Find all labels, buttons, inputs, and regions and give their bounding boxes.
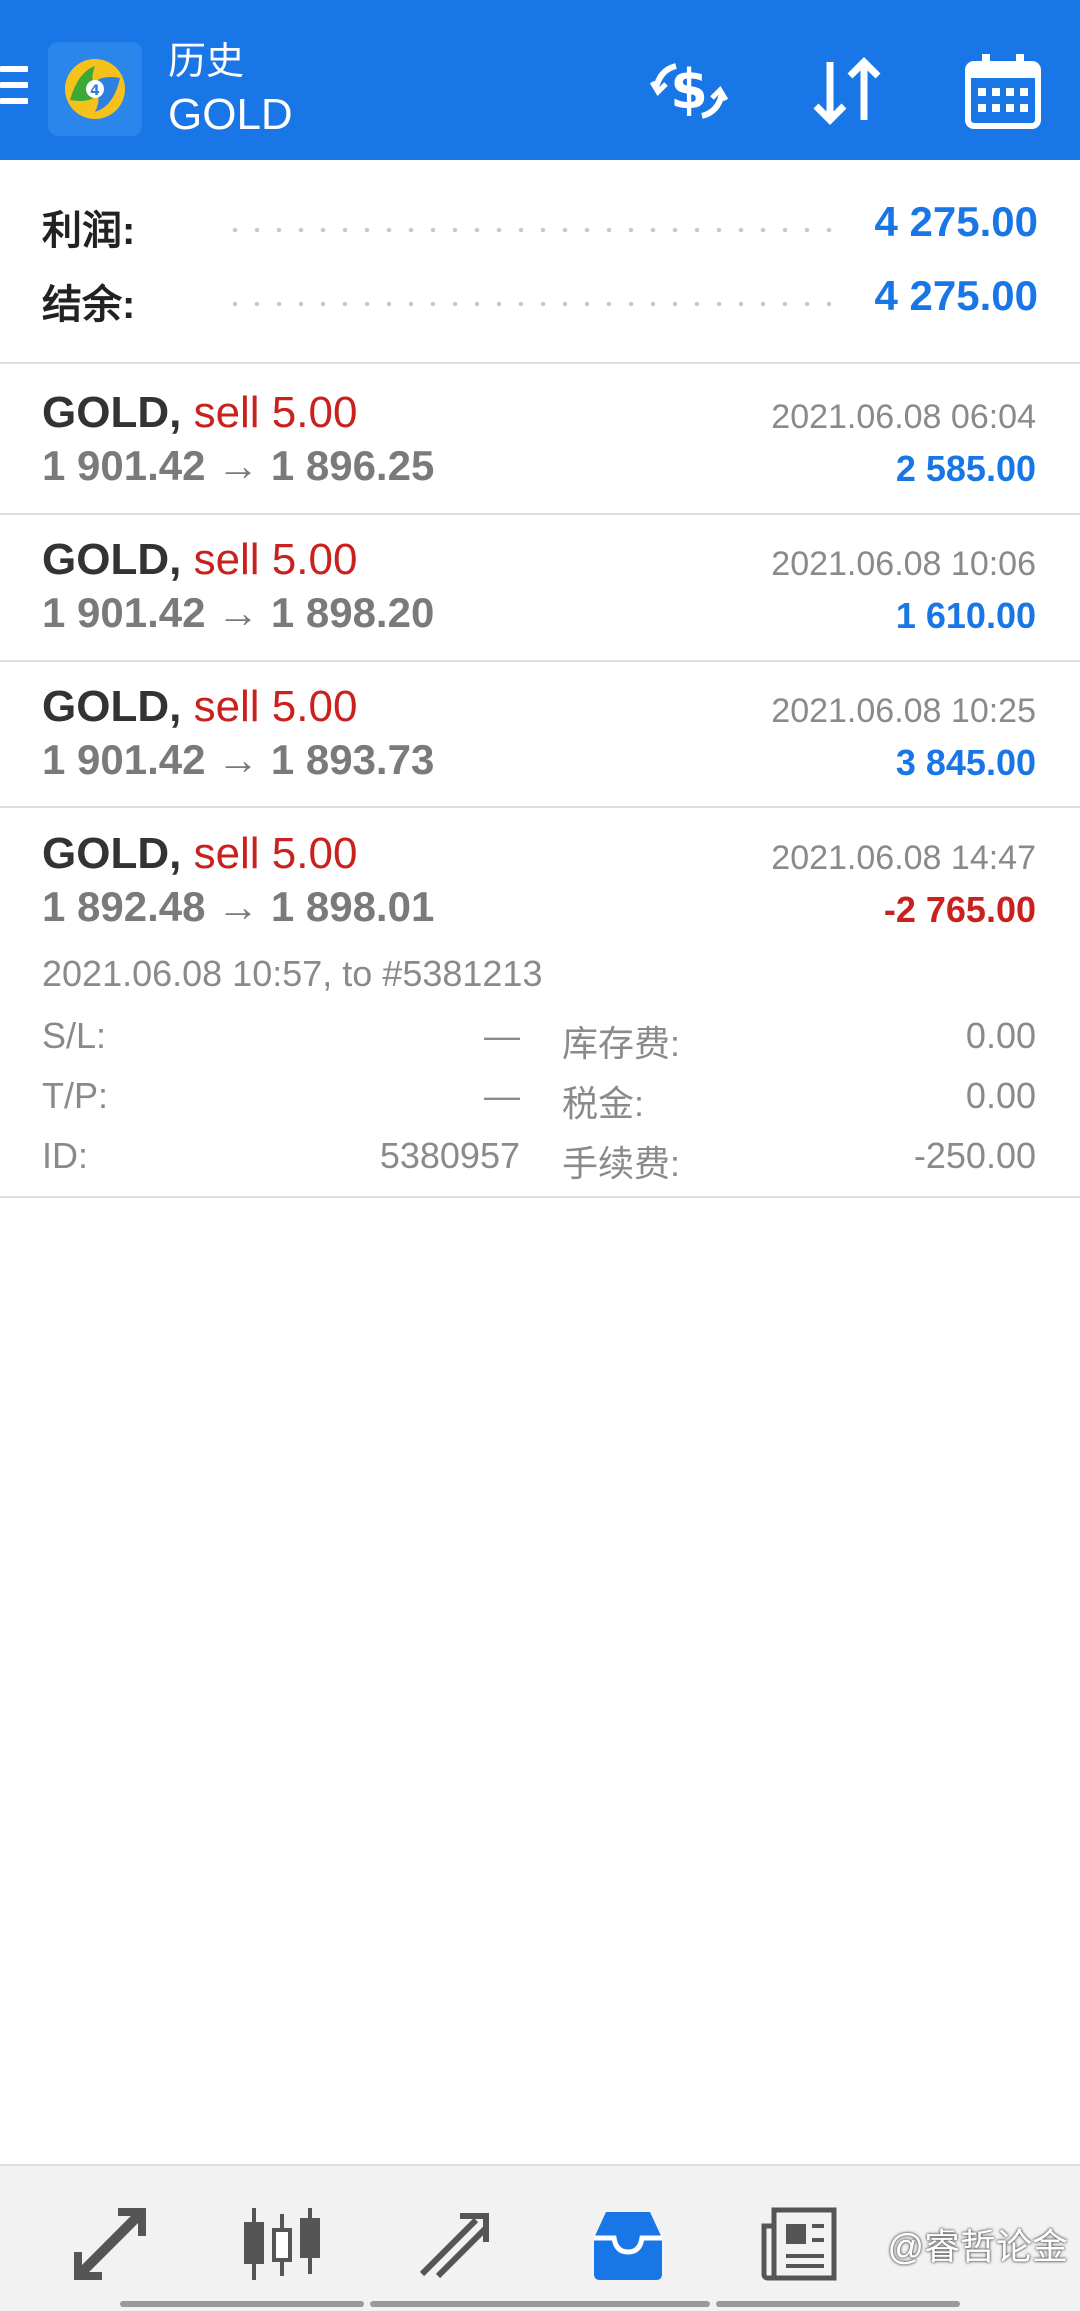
symbol-subtitle: GOLD	[168, 90, 293, 139]
dot-leader	[224, 302, 838, 306]
profit-row: 利润: 4 275.00	[42, 198, 1038, 258]
exchange-dollar-icon[interactable]: $	[646, 48, 732, 134]
nav-indicator	[370, 2301, 710, 2307]
trade-side: sell 5.00	[193, 829, 358, 878]
divider	[0, 660, 1080, 662]
divider	[0, 362, 1080, 364]
swap-label: 库存费:	[562, 1023, 681, 1064]
profit-value: 4 275.00	[874, 198, 1039, 245]
chart-icon[interactable]	[242, 2204, 322, 2284]
quotes-icon[interactable]	[70, 2204, 150, 2284]
nav-indicator	[120, 2301, 364, 2307]
swap-value: 0.00	[965, 1015, 1036, 1056]
balance-value: 4 275.00	[874, 272, 1039, 319]
bottom-navigation: @睿哲论金	[0, 2164, 1080, 2311]
trade-time: 2021.06.08 10:25	[771, 692, 1036, 730]
open-info: 2021.06.08 10:57, to #5381213	[42, 953, 543, 994]
fee-value: -250.00	[913, 1135, 1036, 1176]
trade-profit: 2 585.00	[895, 448, 1036, 489]
trade-symbol: GOLD, sell 5.00	[42, 388, 358, 437]
sl-value: —	[484, 1015, 520, 1056]
divider	[0, 806, 1080, 808]
id-value: 5380957	[379, 1135, 520, 1176]
trade-row[interactable]: GOLD, sell 5.00 1 901.42 → 1 893.73 2021…	[0, 682, 1080, 808]
trade-side: sell 5.00	[193, 682, 358, 731]
dot-leader	[224, 228, 838, 232]
trade-time: 2021.06.08 10:06	[771, 545, 1036, 583]
trade-prices: 1 901.42 → 1 896.25	[42, 442, 435, 489]
trade-side: sell 5.00	[193, 535, 358, 584]
trade-prices: 1 901.42 → 1 898.20	[42, 589, 435, 636]
id-label: ID:	[42, 1135, 89, 1176]
trade-profit: 1 610.00	[895, 595, 1036, 636]
divider	[0, 1196, 1080, 1198]
trade-prices: 1 901.42 → 1 893.73	[42, 736, 435, 783]
nav-indicator	[716, 2301, 960, 2307]
trade-time: 2021.06.08 06:04	[771, 398, 1036, 436]
calendar-icon[interactable]	[960, 48, 1046, 134]
page-title: 历史	[168, 41, 245, 83]
watermark-text: @睿哲论金	[887, 2226, 1068, 2267]
svg-text:4: 4	[90, 83, 100, 99]
trade-row[interactable]: GOLD, sell 5.00 1 901.42 → 1 898.20 2021…	[0, 535, 1080, 661]
trade-symbol: GOLD, sell 5.00	[42, 535, 358, 584]
balance-row: 结余: 4 275.00	[42, 272, 1038, 332]
trade-symbol: GOLD, sell 5.00	[42, 829, 358, 878]
sort-icon[interactable]	[804, 48, 890, 134]
fee-label: 手续费:	[562, 1143, 681, 1184]
trade-icon[interactable]	[416, 2204, 496, 2284]
hamburger-menu-icon[interactable]	[0, 66, 28, 110]
trade-prices: 1 892.48 → 1 898.01	[42, 883, 435, 930]
top-app-bar: 4 历史 GOLD $	[0, 0, 1080, 160]
trade-row-expanded[interactable]: GOLD, sell 5.00 1 892.48 → 1 898.01 2021…	[0, 829, 1080, 1189]
balance-label: 结余:	[42, 283, 136, 327]
tax-value: 0.00	[965, 1075, 1036, 1116]
trade-profit: 3 845.00	[895, 742, 1036, 783]
tp-label: T/P:	[42, 1075, 109, 1116]
trade-time: 2021.06.08 14:47	[771, 839, 1036, 877]
history-icon[interactable]	[588, 2204, 668, 2284]
news-icon[interactable]	[760, 2204, 840, 2284]
profit-label: 利润:	[42, 209, 136, 253]
trade-row[interactable]: GOLD, sell 5.00 1 901.42 → 1 896.25 2021…	[0, 388, 1080, 514]
trade-side: sell 5.00	[193, 388, 358, 437]
trade-symbol: GOLD, sell 5.00	[42, 682, 358, 731]
app-logo-icon: 4	[48, 42, 142, 136]
sl-label: S/L:	[42, 1015, 107, 1056]
tp-value: —	[484, 1075, 520, 1116]
trade-profit: -2 765.00	[883, 889, 1036, 930]
divider	[0, 513, 1080, 515]
tax-label: 税金:	[562, 1083, 645, 1124]
